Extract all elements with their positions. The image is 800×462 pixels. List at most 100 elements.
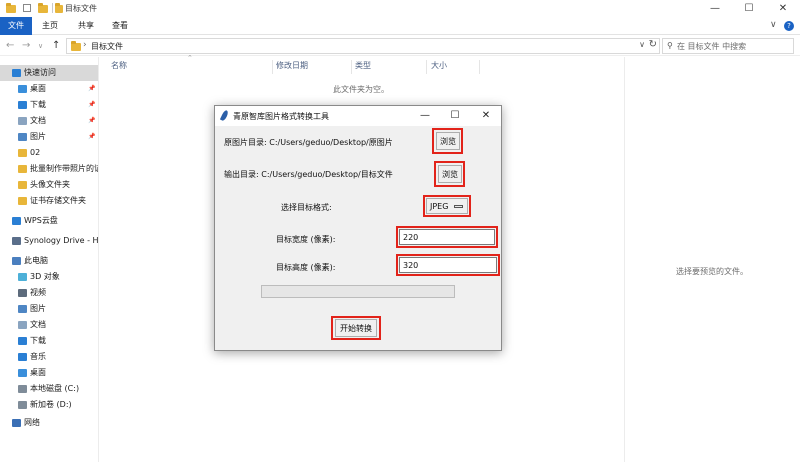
explorer-titlebar: 目标文件 — ☐ ✕ bbox=[0, 0, 800, 17]
sidebar-item[interactable]: 新加卷 (D:) bbox=[0, 397, 98, 413]
column-header-type[interactable]: 类型 bbox=[355, 57, 371, 75]
preview-message: 选择要预览的文件。 bbox=[676, 267, 748, 276]
dialog-maximize-button[interactable]: ☐ bbox=[440, 106, 470, 126]
sidebar-item-label: 图片 bbox=[30, 304, 46, 313]
forward-arrow-icon[interactable]: → bbox=[22, 40, 30, 51]
sidebar-item[interactable]: 批量制作带照片的证 bbox=[0, 161, 99, 177]
preview-pane bbox=[624, 57, 800, 462]
breadcrumb[interactable]: 目标文件 bbox=[91, 41, 123, 52]
sidebar-item-label: 本地磁盘 (C:) bbox=[30, 384, 80, 393]
recent-dropdown-icon[interactable]: ∨ bbox=[38, 42, 43, 50]
minimize-button[interactable]: — bbox=[698, 0, 732, 17]
pin-icon: 📌 bbox=[88, 101, 96, 108]
divider bbox=[351, 60, 352, 74]
option-indicator-icon bbox=[454, 205, 463, 208]
sidebar-item[interactable]: 下载 bbox=[0, 333, 98, 349]
cube-icon bbox=[18, 273, 27, 281]
feather-icon bbox=[219, 109, 230, 122]
sidebar-item-label: 此电脑 bbox=[24, 256, 48, 265]
computer-icon bbox=[12, 257, 21, 265]
sidebar-item[interactable]: 文档 📌 bbox=[0, 113, 98, 129]
folder-icon bbox=[18, 181, 27, 189]
divider bbox=[272, 60, 273, 74]
sidebar-item-label: 文档 bbox=[30, 320, 46, 329]
sidebar-item[interactable]: WPS云盘 bbox=[0, 213, 98, 229]
refresh-icon[interactable]: ↻ bbox=[649, 39, 657, 50]
download-icon bbox=[18, 337, 27, 345]
height-input[interactable] bbox=[399, 257, 497, 273]
ribbon-collapse-icon[interactable]: ∨ bbox=[770, 20, 777, 30]
sidebar-item-label: 网络 bbox=[24, 418, 40, 427]
close-button[interactable]: ✕ bbox=[766, 0, 800, 17]
sidebar-item[interactable]: 音乐 bbox=[0, 349, 98, 365]
sidebar-item-label: 头像文件夹 bbox=[30, 180, 70, 189]
folder-icon bbox=[55, 3, 63, 13]
sidebar-item[interactable]: 02 bbox=[0, 145, 98, 161]
properties-icon[interactable] bbox=[23, 4, 31, 12]
folder-icon bbox=[18, 165, 27, 173]
dialog-title: 青原智库图片格式转换工具 bbox=[233, 112, 329, 121]
star-icon bbox=[12, 69, 21, 77]
tab-home[interactable]: 主页 bbox=[36, 17, 64, 35]
pin-icon: 📌 bbox=[88, 117, 96, 124]
sidebar-item[interactable]: 视频 bbox=[0, 285, 98, 301]
new-folder-icon[interactable] bbox=[38, 3, 48, 13]
sidebar-item[interactable]: 头像文件夹 bbox=[0, 177, 98, 193]
sidebar-item-label: 桌面 bbox=[30, 368, 46, 377]
dialog-close-button[interactable]: ✕ bbox=[471, 106, 501, 126]
column-header-date[interactable]: 修改日期 bbox=[276, 57, 308, 75]
cloud-icon bbox=[12, 217, 21, 225]
search-input[interactable]: ⚲ 在 目标文件 中搜索 bbox=[662, 38, 794, 54]
sidebar-item[interactable]: 图片 📌 bbox=[0, 129, 98, 145]
column-header-size[interactable]: 大小 bbox=[431, 57, 447, 75]
sidebar-item-label: 批量制作带照片的证 bbox=[30, 164, 99, 173]
chevron-down-icon[interactable]: ∨ bbox=[639, 40, 645, 49]
sidebar-item[interactable]: 桌面 bbox=[0, 365, 98, 381]
browse-source-button[interactable]: 浏览 bbox=[436, 132, 460, 150]
back-arrow-icon[interactable]: ← bbox=[6, 40, 14, 51]
sidebar-item[interactable]: 网络 bbox=[0, 415, 98, 431]
divider bbox=[426, 60, 427, 74]
column-header-name[interactable]: 名称 bbox=[111, 57, 127, 75]
sidebar-item[interactable]: 快速访问 bbox=[0, 65, 98, 81]
tab-file[interactable]: 文件 bbox=[0, 17, 32, 35]
address-bar[interactable]: › 目标文件 ∨ ↻ bbox=[66, 38, 660, 54]
search-icon: ⚲ bbox=[667, 41, 673, 50]
folder-icon bbox=[71, 41, 81, 51]
sidebar-item[interactable]: 本地磁盘 (C:) bbox=[0, 381, 98, 397]
sidebar-item[interactable]: 3D 对象 bbox=[0, 269, 98, 285]
help-icon[interactable]: ? bbox=[784, 21, 794, 31]
sidebar-item[interactable]: 此电脑 bbox=[0, 253, 98, 269]
width-label: 目标宽度 (像素): bbox=[276, 235, 336, 244]
dialog-minimize-button[interactable]: — bbox=[410, 106, 440, 126]
sidebar-item-label: 桌面 bbox=[30, 84, 46, 93]
sidebar-item[interactable]: 证书存储文件夹 bbox=[0, 193, 98, 209]
address-row: ← → ∨ ↑ › 目标文件 ∨ ↻ ⚲ 在 目标文件 中搜索 bbox=[0, 36, 800, 56]
maximize-button[interactable]: ☐ bbox=[732, 0, 766, 17]
sidebar-item[interactable]: Synology Drive - HO bbox=[0, 233, 98, 249]
source-dir-label: 原图片目录: C:/Users/geduo/Desktop/原图片 bbox=[224, 138, 393, 147]
sidebar-item[interactable]: 文档 bbox=[0, 317, 98, 333]
converter-dialog: 青原智库图片格式转换工具 — ☐ ✕ 原图片目录: C:/Users/geduo… bbox=[214, 105, 502, 351]
sort-up-icon: ⌃ bbox=[187, 54, 193, 62]
sidebar-item-label: 视频 bbox=[30, 288, 46, 297]
tab-share[interactable]: 共享 bbox=[72, 17, 100, 35]
empty-folder-message: 此文件夹为空。 bbox=[333, 85, 389, 94]
sidebar-item-label: 下载 bbox=[30, 100, 46, 109]
breadcrumb-chevron-icon: › bbox=[83, 40, 87, 50]
up-arrow-icon[interactable]: ↑ bbox=[52, 40, 60, 51]
sidebar-item-label: 新加卷 (D:) bbox=[30, 400, 72, 409]
start-convert-button[interactable]: 开始转换 bbox=[335, 319, 377, 337]
sidebar-item[interactable]: 下载 📌 bbox=[0, 97, 98, 113]
sidebar-item-label: 证书存储文件夹 bbox=[30, 196, 86, 205]
navigation-pane: 快速访问 桌面 📌 下载 📌 文档 📌 图片 📌 02 批量制作带照片的证 头像文件夹 证书存储文件夹 W… bbox=[0, 57, 99, 462]
desktop-icon bbox=[18, 85, 27, 93]
dialog-titlebar[interactable]: 青原智库图片格式转换工具 — ☐ ✕ bbox=[215, 106, 501, 126]
sidebar-item[interactable]: 桌面 📌 bbox=[0, 81, 98, 97]
browse-output-button[interactable]: 浏览 bbox=[438, 165, 462, 183]
sidebar-item[interactable]: 图片 bbox=[0, 301, 98, 317]
format-select[interactable]: JPEG bbox=[426, 198, 468, 214]
divider bbox=[52, 3, 53, 13]
tab-view[interactable]: 查看 bbox=[106, 17, 134, 35]
width-input[interactable] bbox=[399, 229, 495, 245]
